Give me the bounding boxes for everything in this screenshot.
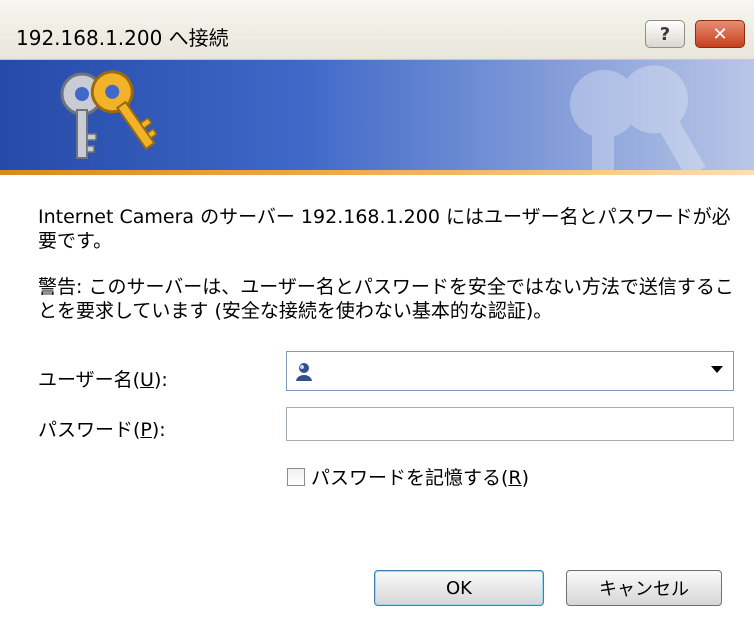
window-title: 192.168.1.200 へ接続 (16, 26, 229, 50)
username-label: ユーザー名(U): (38, 369, 168, 391)
login-dialog: 192.168.1.200 へ接続 ? ✕ Internet Camera のサ… (0, 0, 754, 628)
dialog-banner (0, 60, 754, 170)
keys-watermark-icon (570, 65, 706, 170)
remember-password-option[interactable]: パスワードを記憶する(R) (287, 463, 529, 490)
help-icon: ? (659, 23, 671, 45)
username-combobox[interactable] (286, 351, 734, 391)
close-button[interactable]: ✕ (695, 20, 745, 48)
remember-password-checkbox[interactable] (287, 467, 305, 486)
help-button[interactable]: ? (645, 20, 685, 48)
ok-button[interactable]: OK (374, 570, 544, 606)
chevron-down-icon[interactable] (711, 366, 723, 373)
server-message: Internet Camera のサーバー 192.168.1.200 にはユー… (38, 206, 731, 252)
warning-message: 警告: このサーバーは、ユーザー名とパスワードを安全ではない方法で送信することを… (38, 276, 734, 322)
close-icon: ✕ (712, 23, 728, 45)
remember-password-label: パスワードを記憶する(R) (311, 467, 530, 489)
dialog-body: Internet Camera のサーバー 192.168.1.200 にはユー… (0, 175, 754, 628)
password-label: パスワード(P): (38, 419, 166, 441)
title-bar[interactable]: 192.168.1.200 へ接続 ? ✕ (0, 0, 754, 60)
keys-icon (60, 70, 158, 159)
user-account-icon (296, 363, 312, 381)
cancel-button[interactable]: キャンセル (566, 570, 722, 606)
password-field[interactable] (286, 407, 734, 441)
